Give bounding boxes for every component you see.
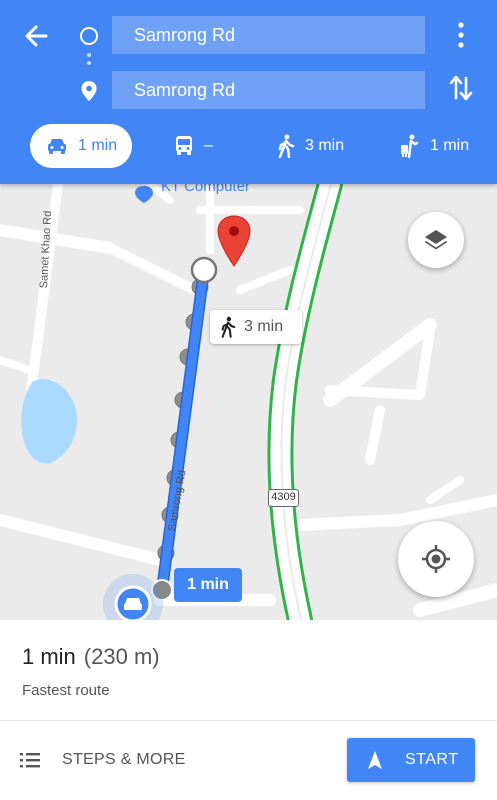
route-distance: (230 m) bbox=[83, 644, 160, 669]
car-icon bbox=[48, 139, 66, 154]
divider bbox=[0, 720, 497, 721]
origin-input[interactable]: Samrong Rd bbox=[112, 16, 425, 54]
route-shield: 4309 bbox=[268, 489, 299, 507]
mode-walk-tab[interactable]: 3 min bbox=[277, 124, 344, 168]
my-location-icon bbox=[422, 545, 450, 573]
start-navigation-button[interactable]: START bbox=[347, 738, 475, 782]
bus-icon bbox=[176, 136, 192, 155]
route-subtitle: Fastest route bbox=[22, 682, 110, 699]
steps-and-more-button[interactable]: STEPS & MORE bbox=[20, 742, 186, 778]
route-summary[interactable]: 1 min (230 m) bbox=[22, 644, 160, 670]
mode-walk-label: 3 min bbox=[305, 137, 345, 154]
route-duration: 1 min bbox=[22, 644, 76, 669]
back-button[interactable] bbox=[20, 20, 52, 52]
mode-transit-label: – bbox=[204, 137, 213, 154]
layers-icon bbox=[424, 230, 448, 250]
directions-header: Samrong Rd Samrong Rd 1 min – 3 min 1 mi… bbox=[0, 0, 497, 184]
mode-drive-tab[interactable]: 1 min bbox=[30, 124, 132, 168]
walk-chip-label: 3 min bbox=[244, 318, 284, 335]
walk-icon bbox=[278, 134, 295, 158]
steps-and-more-label: STEPS & MORE bbox=[62, 751, 186, 768]
route-dots bbox=[87, 53, 91, 73]
map-view[interactable]: KT Computer Samet Khao Rd Samrong Rd 430… bbox=[0, 184, 497, 620]
destination-pin-icon bbox=[80, 80, 98, 102]
travel-mode-tabs: 1 min – 3 min 1 min bbox=[0, 122, 497, 172]
destination-input[interactable]: Samrong Rd bbox=[112, 71, 425, 109]
navigation-arrow-icon bbox=[368, 751, 382, 769]
mode-transit-tab[interactable]: – bbox=[174, 124, 213, 168]
back-arrow-icon bbox=[25, 25, 48, 47]
my-location-button[interactable] bbox=[398, 521, 474, 597]
swap-button[interactable] bbox=[447, 72, 475, 104]
more-vert-icon bbox=[458, 22, 464, 48]
start-label: START bbox=[405, 751, 459, 768]
mode-ride-label: 1 min bbox=[430, 137, 470, 154]
walk-icon bbox=[221, 316, 236, 338]
ride-icon bbox=[401, 134, 419, 158]
more-options-button[interactable] bbox=[450, 18, 472, 52]
mode-drive-label: 1 min bbox=[78, 137, 118, 154]
mode-ride-tab[interactable]: 1 min bbox=[398, 124, 469, 168]
walk-time-chip[interactable]: 3 min bbox=[210, 310, 302, 344]
poi-kt-computer[interactable]: KT Computer bbox=[133, 184, 250, 195]
route-summary-sheet: 1 min (230 m) Fastest route STEPS & MORE … bbox=[0, 620, 497, 800]
swap-vertical-icon bbox=[449, 75, 473, 101]
origin-circle-icon bbox=[80, 27, 98, 45]
layers-button[interactable] bbox=[408, 212, 464, 268]
poi-label: KT Computer bbox=[161, 184, 250, 195]
drive-time-chip[interactable]: 1 min bbox=[174, 568, 242, 602]
list-icon bbox=[20, 753, 40, 768]
